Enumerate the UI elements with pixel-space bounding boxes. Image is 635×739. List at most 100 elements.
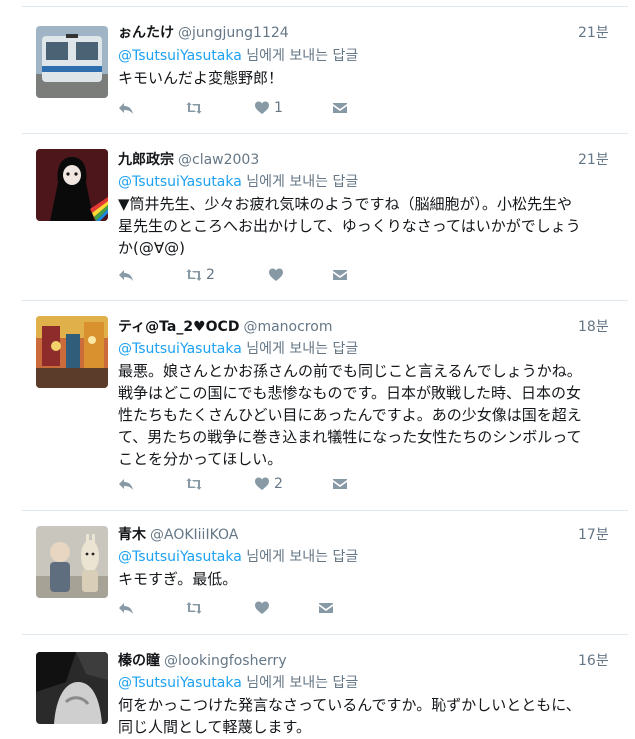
like-icon: [255, 477, 269, 490]
reply-context-text: 님에게 보내는 답글: [241, 675, 359, 691]
timestamp[interactable]: 16분: [578, 650, 609, 672]
reply-context: @TsutsuiYasutaka 님에게 보내는 답글: [118, 338, 358, 360]
timestamp[interactable]: 21분: [578, 149, 609, 171]
timestamp[interactable]: 18분: [578, 316, 609, 338]
direct-message-button[interactable]: [318, 598, 334, 618]
reply-context: @TsutsuiYasutaka 님에게 보내는 답글: [118, 45, 358, 67]
tweet-text-line: 星先生のところへお出かけして、ゆっくりなさってはいかがでしょう: [118, 217, 581, 235]
user-handle[interactable]: @AOKIiiIKOA: [150, 527, 238, 543]
train-photo-image: [36, 26, 108, 98]
like-icon: [255, 601, 269, 614]
tweet-header: ぉんたけ @jungjung1124: [118, 22, 289, 44]
reply-button[interactable]: [118, 265, 138, 285]
display-name[interactable]: 榛の瞳: [118, 653, 160, 669]
retweet-button[interactable]: [186, 598, 206, 618]
tweet-text: キモすぎ。最低。: [118, 568, 618, 590]
display-name[interactable]: ティ@Ta_2♥OCD: [118, 319, 239, 335]
tweet-text-line: 何をかっこつけた発言なさっているんですか。恥ずかしいとともに、: [118, 696, 581, 714]
tweet-text-line: キモすぎ。最低。: [118, 570, 238, 588]
tweet-text: 最悪。娘さんとかお孫さんの前でも同じこと言えるんでしょうかね。 戦争はどこの国に…: [118, 360, 618, 470]
display-name[interactable]: ぉんたけ: [118, 25, 174, 41]
tweet-item[interactable]: 青木 @AOKIiiIKOA 17분 @TsutsuiYasutaka 님에게 보…: [0, 524, 628, 624]
tweet-text-line: ことを分かってほしい。: [118, 450, 283, 468]
avatar[interactable]: [36, 652, 108, 724]
tweet-text-line: て、男たちの戦争に巻き込まれ犠牲になった女性たちのシンボルって: [118, 428, 582, 446]
tweet-header: 青木 @AOKIiiIKOA: [118, 524, 238, 546]
like-count: 2: [274, 476, 283, 492]
user-handle[interactable]: @jungjung1124: [178, 25, 289, 41]
like-button[interactable]: [268, 265, 288, 285]
divider: [22, 634, 628, 635]
mention-link[interactable]: @TsutsuiYasutaka: [118, 48, 242, 64]
avatar[interactable]: [36, 526, 108, 598]
mention-link[interactable]: @TsutsuiYasutaka: [118, 675, 242, 691]
retweet-count: 2: [206, 267, 215, 283]
user-handle[interactable]: @lookingfosherry: [164, 653, 287, 669]
reply-button[interactable]: [118, 474, 138, 494]
direct-message-button[interactable]: [332, 98, 348, 118]
mention-link[interactable]: @TsutsuiYasutaka: [118, 549, 242, 565]
avatar[interactable]: [36, 316, 108, 388]
divider: [22, 6, 628, 7]
reply-context: @TsutsuiYasutaka 님에게 보내는 답글: [118, 171, 358, 193]
direct-message-icon: [333, 270, 347, 280]
divider: [22, 133, 628, 134]
reply-context-text: 님에게 보내는 답글: [241, 549, 359, 565]
reply-context-text: 님에게 보내는 답글: [241, 174, 359, 190]
reply-button[interactable]: [118, 98, 138, 118]
avatar[interactable]: [36, 26, 108, 98]
tweet-text-line: 同じ人間として軽蔑します。: [118, 718, 312, 736]
divider: [22, 300, 628, 301]
reply-context-text: 님에게 보내는 답글: [241, 48, 359, 64]
tweet-text: キモいんだよ変態野郎！: [118, 67, 618, 89]
direct-message-icon: [333, 103, 347, 113]
retweet-button[interactable]: [186, 98, 206, 118]
like-count: 1: [274, 100, 283, 116]
retweet-button[interactable]: [186, 474, 206, 494]
direct-message-button[interactable]: [332, 474, 348, 494]
timestamp[interactable]: 21분: [578, 22, 609, 44]
user-handle[interactable]: @claw2003: [178, 152, 259, 168]
avatar[interactable]: [36, 149, 108, 221]
reply-context-text: 님에게 보내는 답글: [241, 341, 359, 357]
tweet-text-line: キモいんだよ変態野郎！: [118, 69, 284, 87]
colorful-street-photo-image: [36, 316, 108, 388]
tweet-text-line: か(@∀@): [118, 239, 185, 257]
reply-context: @TsutsuiYasutaka 님에게 보내는 답글: [118, 546, 358, 568]
retweet-icon: [186, 602, 202, 614]
tweet-item[interactable]: 榛の瞳 @lookingfosherry 16분 @TsutsuiYasutaka…: [0, 650, 628, 739]
tweet-text: ▼筒井先生、少々お疲れ気味のようですね（脳細胞が）。小松先生や 星先生のところへ…: [118, 193, 618, 259]
like-icon: [255, 101, 269, 114]
direct-message-icon: [333, 479, 347, 489]
display-name[interactable]: 青木: [118, 527, 146, 543]
timestamp[interactable]: 17분: [578, 524, 609, 546]
divider: [22, 510, 628, 511]
user-handle[interactable]: @manocrom: [243, 319, 332, 335]
retweet-button[interactable]: 2: [186, 265, 215, 285]
mention-link[interactable]: @TsutsuiYasutaka: [118, 174, 242, 190]
retweet-icon: [186, 478, 202, 490]
direct-message-button[interactable]: [332, 265, 348, 285]
reply-button[interactable]: [118, 598, 138, 618]
like-button[interactable]: 2: [254, 474, 283, 494]
tweet-text-line: ▼筒井先生、少々お疲れ気味のようですね（脳細胞が）。小松先生や: [118, 195, 573, 213]
display-name[interactable]: 九郎政宗: [118, 152, 174, 168]
tweet-header: 榛の瞳 @lookingfosherry: [118, 650, 287, 672]
tweet-text: 何をかっこつけた発言なさっているんですか。恥ずかしいとともに、 同じ人間として軽…: [118, 694, 618, 738]
dark-figure-illustration-image: [36, 149, 108, 221]
reply-icon: [119, 603, 133, 614]
reply-timeline: ぉんたけ @jungjung1124 21분 @TsutsuiYasutaka 님…: [0, 0, 635, 739]
tweet-text-line: 性たちもたくさんひどい目にあったんですよ。あの少女像は国を超え: [118, 406, 582, 424]
mention-link[interactable]: @TsutsuiYasutaka: [118, 341, 242, 357]
tweet-header: ティ@Ta_2♥OCD @manocrom: [118, 316, 332, 338]
like-button[interactable]: 1: [254, 98, 283, 118]
like-button[interactable]: [254, 598, 274, 618]
reply-context: @TsutsuiYasutaka 님에게 보내는 답글: [118, 672, 358, 694]
character-photo-image: [36, 526, 108, 598]
tweet-item[interactable]: ティ@Ta_2♥OCD @manocrom 18분 @TsutsuiYasutak…: [0, 316, 628, 496]
like-icon: [269, 268, 283, 281]
tweet-item[interactable]: ぉんたけ @jungjung1124 21분 @TsutsuiYasutaka 님…: [0, 22, 628, 130]
reply-icon: [119, 479, 133, 490]
tweet-item[interactable]: 九郎政宗 @claw2003 21분 @TsutsuiYasutaka 님에게 보…: [0, 149, 628, 289]
retweet-icon: [186, 102, 202, 114]
